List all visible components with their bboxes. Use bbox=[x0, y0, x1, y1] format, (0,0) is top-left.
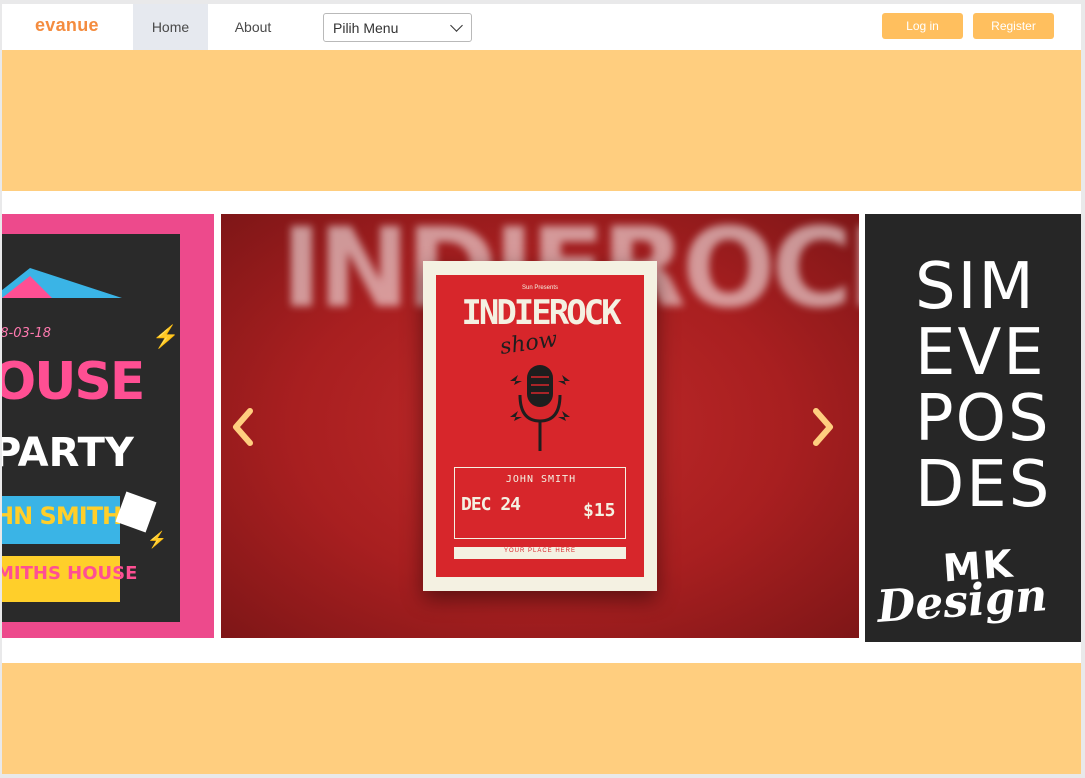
lightning-icon: ⚡ bbox=[152, 324, 180, 349]
navbar: evanue Home About Pilih Menu Log in Regi… bbox=[2, 4, 1081, 50]
poster-subheadline: PARTY bbox=[2, 430, 134, 476]
top-banner bbox=[2, 50, 1081, 191]
poster-line: EVE bbox=[915, 316, 1046, 390]
chevron-right-icon[interactable] bbox=[810, 407, 836, 447]
poster-venue: MITHS HOUSE bbox=[2, 563, 138, 584]
nav-home-link[interactable]: Home bbox=[133, 4, 208, 50]
special-guest-badge bbox=[115, 491, 157, 533]
brand-logo[interactable]: evanue bbox=[35, 15, 99, 36]
bottom-banner bbox=[2, 663, 1081, 774]
poster-line: POS bbox=[915, 382, 1051, 456]
menu-select[interactable]: Pilih Menu bbox=[323, 13, 472, 42]
house-party-poster: 08-03-18 OUSE PARTY HN SMITH MITHS HOUSE… bbox=[2, 234, 180, 622]
carousel-slide-active[interactable]: INDIEROCK Sun Presents INDIEROCK show bbox=[221, 214, 859, 638]
chevron-left-icon[interactable] bbox=[230, 407, 256, 447]
poster-price: $15 bbox=[583, 500, 616, 521]
indierock-poster: Sun Presents INDIEROCK show JOHN SMITH D… bbox=[423, 261, 657, 591]
poster-line: DES bbox=[915, 448, 1052, 522]
chevron-down-icon bbox=[450, 19, 463, 32]
nav-about-link[interactable]: About bbox=[218, 4, 288, 50]
poster-artist: HN SMITH bbox=[2, 502, 122, 530]
poster-presents: Sun Presents bbox=[521, 285, 559, 291]
poster-carousel[interactable]: 08-03-18 OUSE PARTY HN SMITH MITHS HOUSE… bbox=[2, 214, 1081, 644]
venue-banner: YOUR PLACE HERE bbox=[454, 547, 626, 559]
menu-select-value: Pilih Menu bbox=[333, 20, 399, 36]
poster-artist: JOHN SMITH bbox=[505, 474, 577, 485]
poster-date: 08-03-18 bbox=[2, 326, 52, 341]
poster-body: Sun Presents INDIEROCK show JOHN SMITH D… bbox=[436, 275, 644, 577]
mk-logo-bottom: Design bbox=[875, 570, 1049, 633]
poster-date: DEC 24 bbox=[461, 494, 521, 515]
house-roof-graphic bbox=[2, 268, 122, 298]
carousel-slide-left[interactable]: 08-03-18 OUSE PARTY HN SMITH MITHS HOUSE… bbox=[2, 214, 214, 638]
poster-headline: SIM EVE POS DES bbox=[915, 254, 1051, 518]
microphone-icon bbox=[510, 365, 570, 451]
register-button[interactable]: Register bbox=[973, 13, 1054, 39]
poster-headline: OUSE bbox=[2, 352, 145, 412]
event-info-box: JOHN SMITH DEC 24 $15 bbox=[454, 467, 626, 539]
carousel-slide-right[interactable]: SIM EVE POS DES MK Design bbox=[865, 214, 1081, 642]
lightning-icon: ⚡ bbox=[147, 532, 167, 549]
poster-venue: YOUR PLACE HERE bbox=[503, 548, 576, 554]
poster-title: INDIEROCK bbox=[461, 293, 621, 333]
login-button[interactable]: Log in bbox=[882, 13, 963, 39]
page-frame: evanue Home About Pilih Menu Log in Regi… bbox=[2, 4, 1081, 774]
poster-line: SIM bbox=[915, 250, 1036, 324]
